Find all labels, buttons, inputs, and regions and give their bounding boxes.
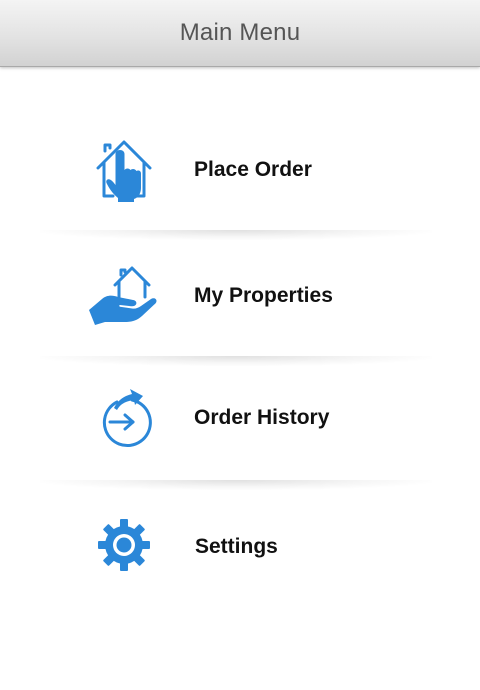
menu-item-settings[interactable]: Settings (40, 514, 432, 624)
menu-item-label: Order History (194, 406, 330, 429)
separator (40, 230, 432, 240)
menu-item-label: Settings (195, 535, 278, 558)
menu-item-label: Place Order (194, 158, 312, 181)
house-hand-icon (88, 136, 160, 208)
separator (40, 356, 432, 366)
hand-house-icon (88, 264, 160, 336)
history-arrow-icon (88, 386, 160, 458)
top-bar: Main Menu (0, 0, 480, 67)
menu-item-label: My Properties (194, 284, 333, 307)
gear-icon (88, 514, 160, 586)
separator (40, 480, 432, 490)
page-title: Main Menu (179, 19, 301, 46)
